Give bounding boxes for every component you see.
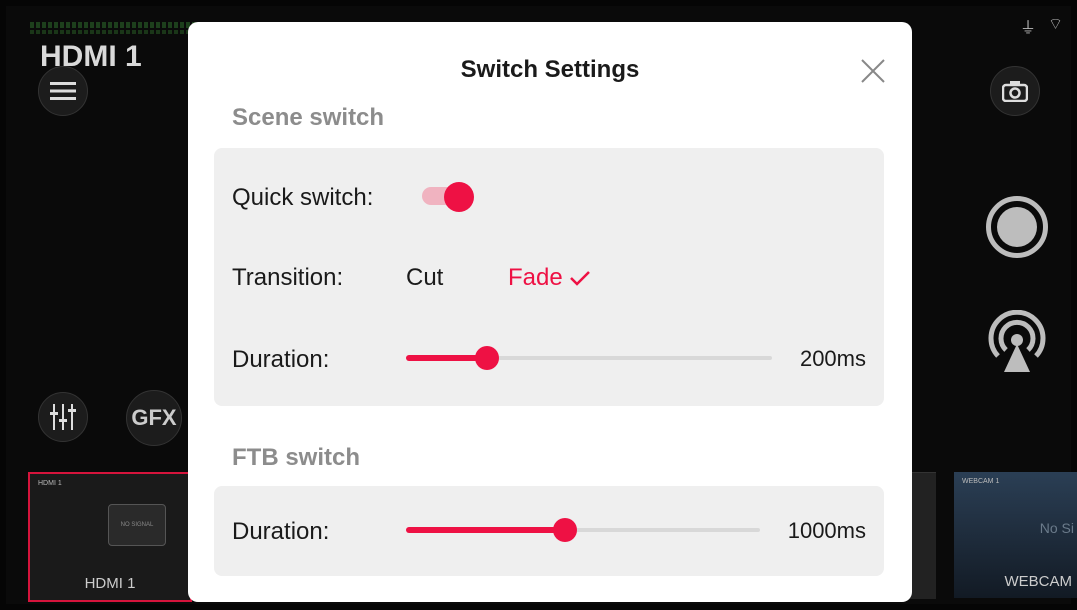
app-root: HDMI 1 GFX ⏚ ⌔ HDMI 1 NO SIGNAL HDMI 1 W… xyxy=(0,0,1077,610)
record-button[interactable] xyxy=(986,196,1048,258)
toggle-knob xyxy=(444,182,474,212)
audio-mixer-button[interactable] xyxy=(38,392,88,442)
transition-label: Transition: xyxy=(232,264,344,291)
dialog-title: Switch Settings xyxy=(460,56,640,83)
audio-meter-right xyxy=(30,30,210,34)
power-plug-icon: ⏚ xyxy=(1019,20,1036,37)
ftb-switch-heading: FTB switch xyxy=(232,444,361,471)
ftb-switch-card: Duration: 1000ms xyxy=(214,486,884,576)
transition-option-fade[interactable]: Fade xyxy=(508,264,591,292)
slider-thumb[interactable] xyxy=(553,518,578,542)
transition-option-cut[interactable]: Cut xyxy=(406,264,443,292)
transition-option-label: Fade xyxy=(508,264,563,291)
audio-meter-left xyxy=(30,22,210,28)
slider-thumb[interactable] xyxy=(474,346,499,370)
snapshot-button[interactable] xyxy=(990,66,1040,116)
quick-switch-label: Quick switch: xyxy=(232,184,374,211)
scene-caption: WEBCAM 1 xyxy=(962,478,1000,485)
camera-icon xyxy=(1002,81,1028,102)
scene-label: WEBCAM xyxy=(1004,573,1073,590)
mixer-icon xyxy=(50,404,76,430)
quick-switch-toggle[interactable] xyxy=(422,182,474,212)
switch-settings-dialog: Switch Settings Scene switch Quick switc… xyxy=(188,22,912,602)
scene-label: HDMI 1 xyxy=(84,575,136,592)
scene-duration-slider[interactable] xyxy=(406,344,772,372)
broadcast-icon xyxy=(988,309,1046,372)
record-dot-icon xyxy=(997,207,1037,247)
scene-duration-value: 200ms xyxy=(799,346,866,371)
status-bar: ⏚ ⌔ xyxy=(1020,14,1063,38)
checkmark-icon xyxy=(569,271,590,286)
gfx-button[interactable]: GFX xyxy=(126,390,182,446)
scene-duration-label: Duration: xyxy=(232,346,330,373)
ftb-duration-value: 1000ms xyxy=(787,518,866,543)
close-icon[interactable] xyxy=(860,58,886,84)
scene-switch-card: Quick switch: Transition: Cut Fade Durat… xyxy=(214,148,884,406)
scene-caption: HDMI 1 xyxy=(38,480,62,487)
live-stream-button[interactable] xyxy=(984,309,1050,376)
wifi-icon: ⌔ xyxy=(1047,16,1063,33)
ftb-duration-slider[interactable] xyxy=(406,516,760,544)
slider-fill xyxy=(406,527,566,533)
hamburger-icon xyxy=(50,82,76,100)
ftb-duration-label: Duration: xyxy=(232,518,330,545)
capture-device-image: NO SIGNAL xyxy=(108,504,166,546)
scene-thumb-webcam[interactable]: WEBCAM 1 No Si WEBCAM xyxy=(954,472,1077,598)
scene-switch-heading: Scene switch xyxy=(232,104,385,131)
no-signal-text: No Si xyxy=(1039,520,1074,536)
scene-thumb-hdmi1[interactable]: HDMI 1 NO SIGNAL HDMI 1 xyxy=(28,472,192,602)
menu-button[interactable] xyxy=(38,66,88,116)
